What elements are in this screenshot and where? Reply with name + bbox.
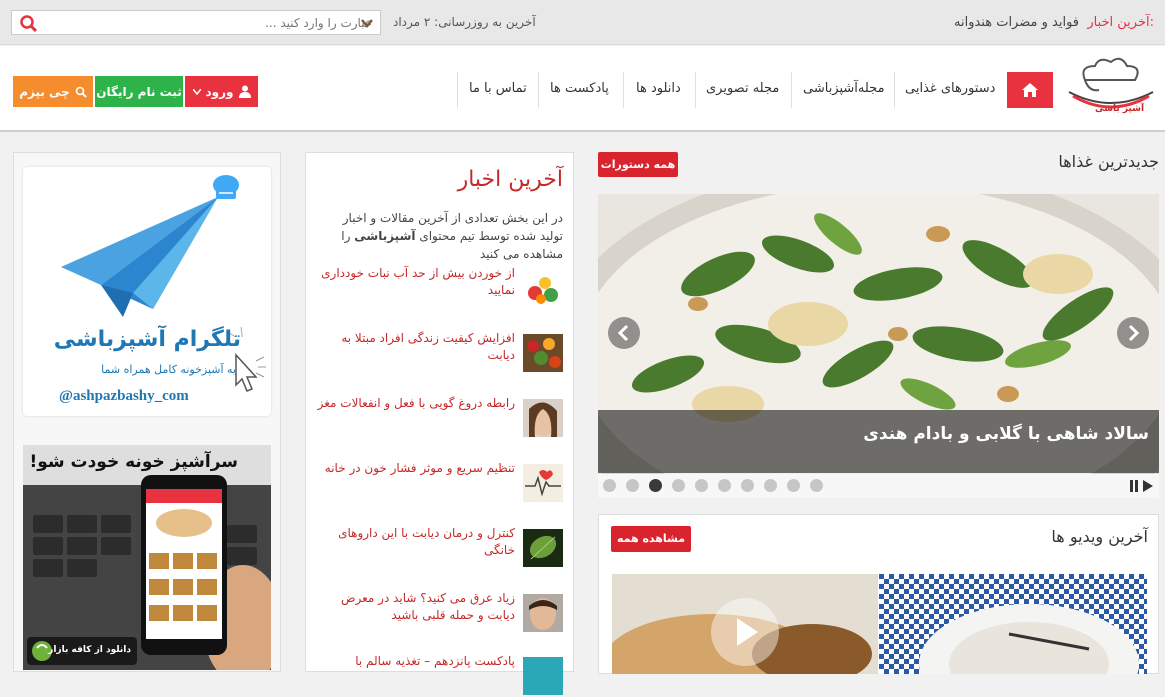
slide-caption-text: سالاد شاهی با گلابی و بادام هندی	[863, 424, 1149, 444]
news-thumbnail	[523, 464, 563, 502]
slider-dot[interactable]	[626, 479, 639, 492]
news-item-title: کنترل و درمان دیابت با این داروهای خانگی	[338, 526, 515, 557]
news-thumbnail	[523, 657, 563, 695]
slider-dot[interactable]	[718, 479, 731, 492]
news-item-title: تنظیم سریع و موثر فشار خون در خانه	[324, 461, 515, 475]
news-item-title: از خوردن بیش از حد آب نبات خودداری نمایی…	[321, 266, 515, 297]
what-to-cook-label: چی بپزم	[19, 84, 70, 99]
home-button[interactable]	[1007, 72, 1053, 108]
news-item-title: پادکست پانزدهم – تغذیه سالم با	[355, 654, 515, 668]
slider-dot[interactable]	[764, 479, 777, 492]
register-button[interactable]: ثبت نام رایگان	[95, 76, 183, 107]
latest-videos-panel: آخرین ویدیو ها مشاهده همه	[598, 514, 1159, 674]
last-update-text: آخرین به روزرسانی: ۲ مرداد	[393, 15, 536, 29]
slider-dot-active[interactable]	[649, 479, 662, 492]
nav-downloads[interactable]: دانلود ها	[636, 81, 681, 96]
news-thumbnail	[523, 594, 563, 632]
newest-foods-title: جدیدترین غذاها	[1058, 152, 1159, 171]
telegram-subtitle: یه آشپزخونه کامل همراه شما	[101, 363, 236, 376]
main-header: آشپز باشی دستورهای غذایی مجله‌آشپزباشی م…	[0, 46, 1165, 132]
latest-news-label: آخرین اخبار:	[1087, 15, 1154, 30]
slider-dot[interactable]	[810, 479, 823, 492]
logo-text: آشپز باشی	[1095, 104, 1145, 114]
what-to-cook-button[interactable]: چی بپزم	[13, 76, 93, 107]
bazaar-download-label: دانلود از کافه بازار	[48, 645, 131, 655]
slide-caption[interactable]: سالاد شاهی با گلابی و بادام هندی	[598, 410, 1159, 473]
telegram-handle: @ashpazbashy_com	[59, 388, 189, 404]
news-thumbnail	[523, 334, 563, 372]
pause-play-icon[interactable]	[1129, 479, 1155, 493]
site-logo[interactable]: آشپز باشی	[1065, 52, 1157, 118]
register-label: ثبت نام رایگان	[96, 84, 182, 99]
slider-dot[interactable]	[787, 479, 800, 492]
nav-contact[interactable]: تماس با ما	[469, 81, 527, 96]
slider-dot[interactable]	[672, 479, 685, 492]
news-item[interactable]: تنظیم سریع و موثر فشار خون در خانه	[317, 460, 563, 504]
app-promo-title: سرآشپز خونه خودت شو!	[29, 452, 238, 472]
latest-videos-title: آخرین ویدیو ها	[1051, 527, 1148, 546]
caret-down-icon	[192, 88, 201, 95]
cursor-hand-icon	[235, 353, 266, 392]
nav-photo-magazine[interactable]: مجله تصویری	[706, 81, 779, 96]
news-desc-brand: آشپزباشی	[354, 229, 416, 243]
news-thumbnail	[523, 399, 563, 437]
news-item-title: رابطه دروغ گویی با فعل و انفعالات مغز	[317, 396, 515, 410]
latest-news-ticker-link[interactable]: فواید و مضرات هندوانه	[954, 15, 1079, 30]
nav-magazine[interactable]: مجله‌آشپزباشی	[803, 81, 885, 96]
search-input[interactable]	[50, 11, 380, 34]
search-icon[interactable]	[18, 14, 38, 32]
nav-recipes[interactable]: دستورهای غذایی	[905, 81, 995, 96]
all-recipes-button[interactable]: همه دستورات	[598, 152, 678, 177]
video-thumbnail[interactable]	[612, 574, 878, 674]
news-item[interactable]: زیاد عرق می کنید؟ شاید در معرض دیابت و ح…	[317, 590, 563, 634]
video-thumbnail[interactable]	[879, 574, 1147, 674]
search-icon	[75, 86, 87, 98]
latest-news-title: آخرین اخبار	[457, 167, 563, 192]
slider-dot[interactable]	[695, 479, 708, 492]
nav-podcasts[interactable]: پادکست ها	[550, 81, 609, 96]
chef-hat-icon	[213, 175, 239, 199]
telegram-title: تلگرام آشپزباشی	[53, 327, 241, 352]
search-box	[11, 10, 381, 35]
slider-dot[interactable]	[741, 479, 754, 492]
top-bar: آخرین اخبار: فواید و مضرات هندوانه آخرین…	[0, 0, 1165, 45]
news-item[interactable]: افزایش کیفیت زندگی افراد مبتلا به دیابت	[317, 330, 563, 374]
app-promo-banner[interactable]: سرآشپز خونه خودت شو! دانلود از کافه بازا…	[23, 445, 271, 670]
news-item[interactable]: پادکست پانزدهم – تغذیه سالم با	[317, 653, 563, 697]
slider-dots	[598, 474, 1159, 498]
news-item[interactable]: رابطه دروغ گویی با فعل و انفعالات مغز	[317, 395, 563, 439]
telegram-banner[interactable]: تلگرام آشپزباشی یه آشپزخونه کامل همراه ش…	[23, 167, 271, 416]
chevron-down-icon[interactable]	[360, 16, 374, 30]
news-item[interactable]: کنترل و درمان دیابت با این داروهای خانگی	[317, 525, 563, 569]
news-thumbnail	[523, 269, 563, 307]
login-label: ورود	[205, 84, 234, 99]
home-icon	[1022, 83, 1038, 97]
user-icon	[238, 85, 251, 98]
slider-prev-button[interactable]	[608, 317, 640, 349]
bazaar-download-button[interactable]: دانلود از کافه بازار	[27, 637, 137, 665]
latest-news-panel: آخرین اخبار در این بخش تعدادی از آخرین م…	[305, 152, 574, 695]
view-all-videos-button[interactable]: مشاهده همه	[611, 526, 691, 552]
slider-next-button[interactable]	[1117, 317, 1149, 349]
news-item-title: افزایش کیفیت زندگی افراد مبتلا به دیابت	[341, 331, 515, 362]
news-item[interactable]: از خوردن بیش از حد آب نبات خودداری نمایی…	[317, 265, 563, 309]
paper-plane-icon	[61, 175, 243, 337]
slider-dot[interactable]	[603, 479, 616, 492]
chevron-right-icon	[1128, 324, 1140, 342]
login-button[interactable]: ورود	[185, 76, 258, 107]
news-thumbnail	[523, 529, 563, 567]
chevron-left-icon	[617, 324, 629, 342]
latest-news-description: در این بخش تعدادی از آخرین مقالات و اخبا…	[317, 209, 563, 263]
news-item-title: زیاد عرق می کنید؟ شاید در معرض دیابت و ح…	[341, 591, 515, 622]
